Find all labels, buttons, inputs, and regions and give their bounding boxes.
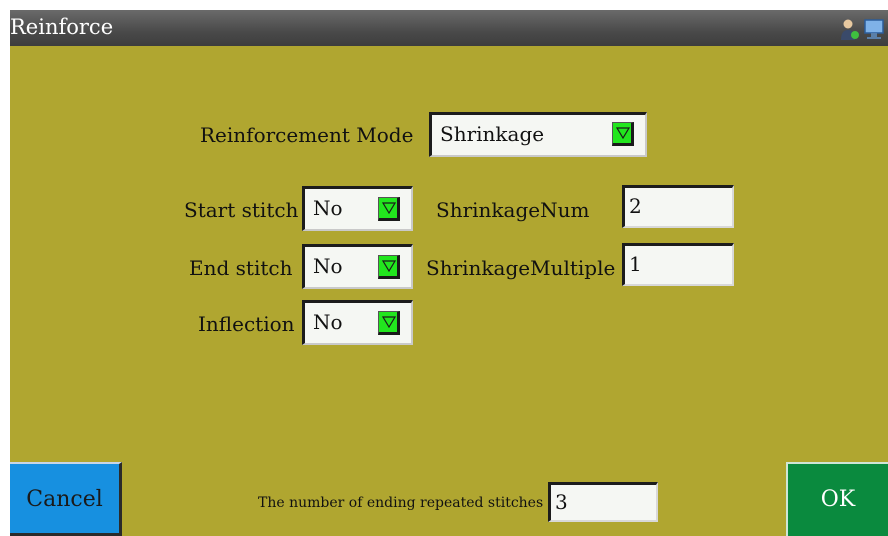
reinforcement-mode-select[interactable]: Shrinkage: [429, 112, 647, 157]
reinforce-dialog: Reinforce Reinforcement Mode Shrinkage S…: [10, 10, 888, 536]
end-stitch-label: End stitch: [189, 256, 293, 280]
monitor-icon[interactable]: [864, 17, 884, 41]
ok-button[interactable]: OK: [786, 462, 888, 536]
cancel-button[interactable]: Cancel: [10, 462, 122, 536]
ending-repeats-label: The number of ending repeated stitches: [258, 495, 544, 511]
title-bar: Reinforce: [10, 10, 888, 46]
reinforcement-mode-label: Reinforcement Mode: [200, 123, 414, 147]
shrinkage-num-label: ShrinkageNum: [436, 198, 590, 222]
chevron-down-icon[interactable]: [612, 122, 634, 146]
user-icon[interactable]: [837, 17, 861, 41]
title-bar-icons: [837, 16, 884, 42]
shrinkage-multiple-input[interactable]: 1: [622, 243, 734, 286]
inflection-select[interactable]: No: [302, 300, 413, 345]
ending-repeats-input[interactable]: 3: [548, 482, 658, 522]
chevron-down-icon[interactable]: [378, 311, 400, 335]
start-stitch-label: Start stitch: [184, 198, 299, 222]
end-stitch-value: No: [313, 254, 343, 278]
chevron-down-icon[interactable]: [378, 255, 400, 279]
inflection-value: No: [313, 310, 343, 334]
inflection-label: Inflection: [198, 312, 295, 336]
end-stitch-select[interactable]: No: [302, 244, 413, 289]
window-title: Reinforce: [10, 15, 114, 39]
shrinkage-num-input[interactable]: 2: [622, 185, 734, 228]
chevron-down-icon[interactable]: [378, 197, 400, 221]
start-stitch-select[interactable]: No: [302, 186, 413, 231]
reinforcement-mode-value: Shrinkage: [440, 122, 545, 146]
shrinkage-multiple-label: ShrinkageMultiple: [426, 256, 616, 280]
start-stitch-value: No: [313, 196, 343, 220]
